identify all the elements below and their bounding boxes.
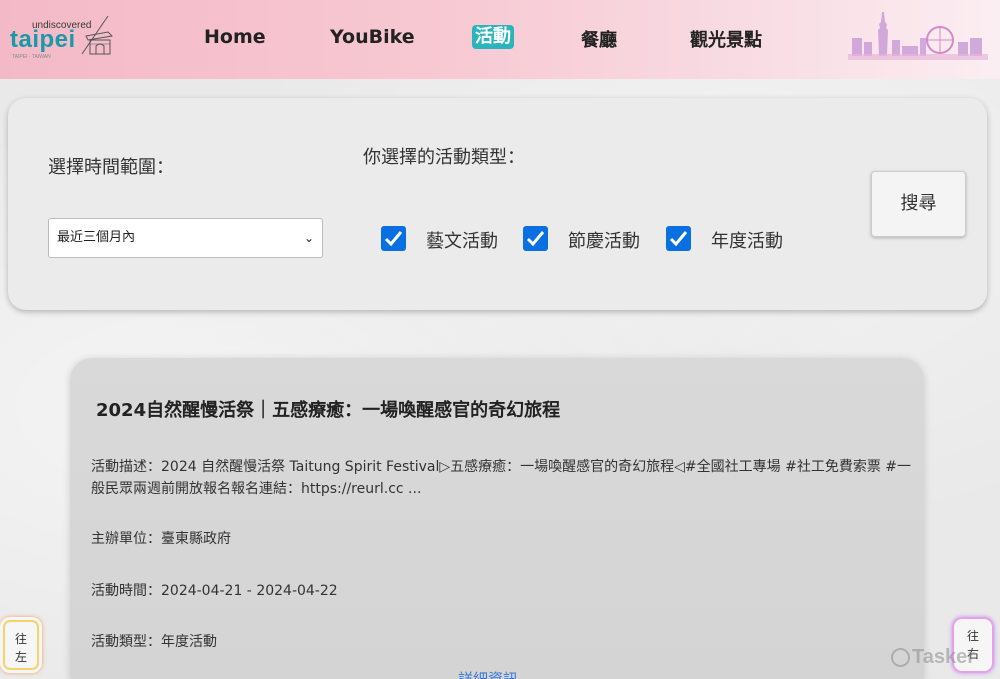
checkbox-checked-icon[interactable]	[666, 226, 691, 251]
filter-panel: 選擇時間範圍： 最近三個月內 ⌄ 你選擇的活動類型： 藝文活動 節慶活動 年度活…	[8, 98, 987, 310]
detail-link[interactable]: 詳細資訊	[458, 668, 518, 679]
activity-type-label: 你選擇的活動類型：	[363, 147, 525, 168]
activity-time: 活動時間：2024-04-21 - 2024-04-22	[91, 583, 338, 599]
watermark: Tasker	[912, 646, 976, 668]
time-range-value: 最近三個月內	[57, 230, 136, 245]
nav-restaurant[interactable]: 餐廳	[581, 26, 617, 52]
checkbox-checked-icon[interactable]	[381, 226, 406, 251]
scroll-left-button[interactable]: 往 左	[0, 617, 42, 673]
time-range-label: 選擇時間範圍：	[48, 157, 174, 178]
activity-title: 2024自然醒慢活祭｜五感療癒：一場喚醒感官的奇幻旅程	[96, 400, 561, 421]
checkbox-label: 年度活動	[711, 231, 783, 252]
activity-card: 2024自然醒慢活祭｜五感療癒：一場喚醒感官的奇幻旅程 活動描述：2024 自然…	[70, 358, 924, 679]
checkbox-label: 藝文活動	[426, 231, 498, 252]
activity-description: 活動描述：2024 自然醒慢活祭 Taitung Spirit Festival…	[91, 459, 912, 497]
activity-type: 活動類型：年度活動	[91, 634, 217, 650]
checkbox-label: 節慶活動	[568, 231, 640, 252]
checkbox-checked-icon[interactable]	[523, 226, 548, 251]
nav-home[interactable]: Home	[204, 26, 266, 48]
nav-sights[interactable]: 觀光景點	[690, 26, 762, 52]
chevron-down-icon: ⌄	[303, 231, 314, 245]
scroll-right-label-1: 往	[966, 629, 979, 643]
time-range-select[interactable]: 最近三個月內 ⌄	[48, 218, 323, 258]
search-button[interactable]: 搜尋	[871, 171, 966, 237]
taipei-skyline-icon	[848, 12, 988, 60]
header: undiscovered taipei TAIPEI · TAIWAN Home…	[0, 0, 1000, 79]
scroll-left-label-1: 往	[14, 632, 27, 646]
activity-organizer: 主辦單位：臺東縣政府	[91, 531, 231, 547]
nav-youbike[interactable]: YouBike	[330, 26, 415, 48]
scroll-left-label-2: 左	[14, 650, 27, 664]
nav-activity[interactable]: 活動	[472, 25, 514, 49]
